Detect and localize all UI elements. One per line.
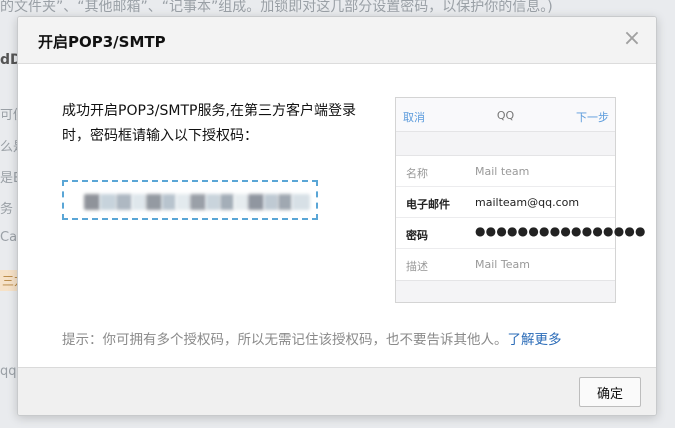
background-left-column: dD 可傻 么是 是Ei 务（ Ca 三方 qq邮 xyxy=(0,40,18,428)
blurred-authorization-code xyxy=(84,194,310,210)
learn-more-link[interactable]: 了解更多 xyxy=(508,332,562,348)
phone-client-illustration: 取消 QQ 下一步 名称 Mail team 电子邮件 mailteam@qq.… xyxy=(395,97,646,303)
background-fragment: dD xyxy=(0,52,18,68)
close-icon[interactable]: × xyxy=(622,28,642,50)
phone-nav-next: 下一步 xyxy=(576,111,609,124)
dialog-header: 开启POP3/SMTP × xyxy=(18,17,656,64)
authorization-code-box[interactable] xyxy=(62,180,318,220)
background-fragment: 么是 xyxy=(0,140,18,155)
dialog-title: 开启POP3/SMTP xyxy=(38,33,166,51)
pop3-smtp-dialog: 开启POP3/SMTP × 成功开启POP3/SMTP服务,在第三方客户端登录时… xyxy=(17,16,657,416)
row-label: 电子邮件 xyxy=(406,198,450,211)
background-fragment: qq邮 xyxy=(0,364,18,379)
row-label: 名称 xyxy=(406,167,428,180)
row-value: Mail team xyxy=(475,165,530,178)
phone-row-password: 密码 ●●●●●●●●●●●●●●●● xyxy=(396,218,646,249)
background-fragment: 可傻 xyxy=(0,108,18,123)
background-fragment: 是Ei xyxy=(0,171,18,186)
row-label: 密码 xyxy=(406,229,428,242)
background-fragment: 务（ xyxy=(0,202,18,217)
dialog-footer: 确定 xyxy=(18,367,656,415)
intro-text: 成功开启POP3/SMTP服务,在第三方客户端登录时，密码框请输入以下授权码： xyxy=(62,103,356,144)
phone-row-description: 描述 Mail Team xyxy=(396,249,615,280)
row-value: Mail Team xyxy=(475,258,530,271)
confirm-button[interactable]: 确定 xyxy=(579,377,641,407)
phone-row-email: 电子邮件 mailteam@qq.com xyxy=(396,187,615,218)
background-fragment: Ca xyxy=(0,230,18,245)
tip-message: 提示：你可拥有多个授权码，所以无需记住该授权码，也不要告诉其他人。 xyxy=(62,332,508,348)
background-fragment: 三方 xyxy=(0,270,18,291)
phone-row-name: 名称 Mail team xyxy=(396,156,615,187)
password-dots: ●●●●●●●●●●●●●●●● xyxy=(475,224,646,238)
phone-account-form: 名称 Mail team 电子邮件 mailteam@qq.com 密码 ●●●… xyxy=(396,155,646,281)
row-label: 描述 xyxy=(406,260,428,273)
row-value: mailteam@qq.com xyxy=(475,196,580,209)
tip-text: 提示：你可拥有多个授权码，所以无需记住该授权码，也不要告诉其他人。了解更多 xyxy=(62,328,562,348)
phone-nav-bar: 取消 QQ 下一步 xyxy=(396,98,615,132)
